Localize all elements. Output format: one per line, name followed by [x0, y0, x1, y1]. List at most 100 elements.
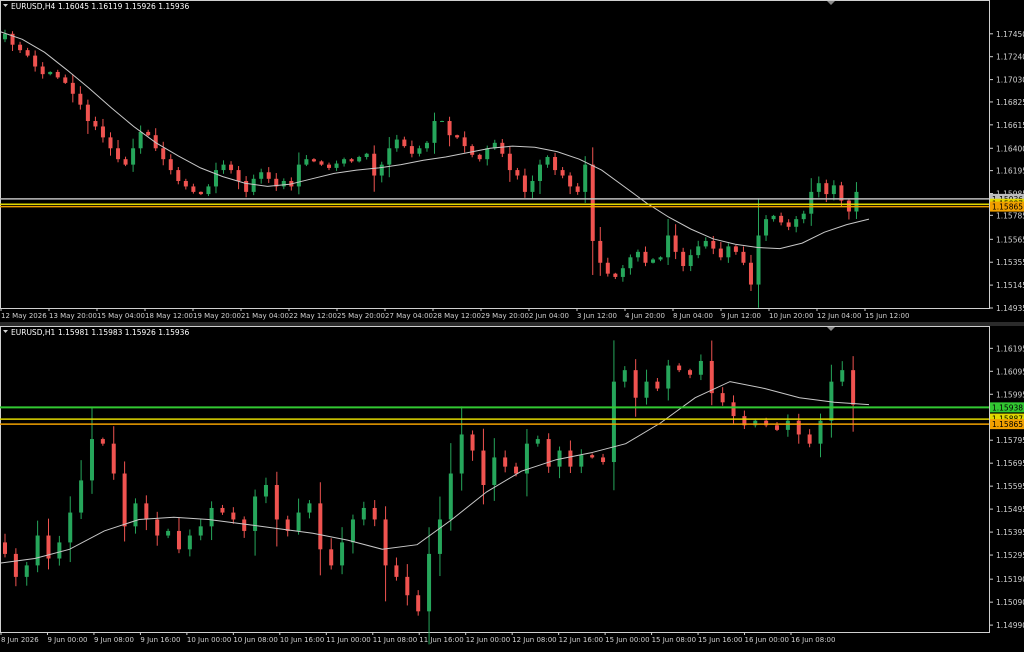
candle-body	[405, 576, 410, 596]
candle-body	[111, 443, 116, 474]
y-tick-label: 1.16195	[996, 167, 1024, 176]
candle-body	[831, 185, 836, 195]
y-tick-label: 1.15565	[996, 235, 1024, 244]
candle-body	[18, 44, 23, 51]
candle-body	[601, 457, 606, 463]
y-tick-label: 1.16095	[996, 367, 1024, 376]
h4-chart-pane[interactable]: 1.17450 1.17240 1.17030 1.16825 1.16615 1.164…	[0, 0, 1024, 322]
candle-body	[635, 251, 640, 258]
candle-body	[726, 246, 731, 258]
x-tick-label: 4 Jun 20:00	[625, 312, 665, 320]
x-tick-label: 12 Jun 00:00	[466, 636, 510, 644]
candle-body	[311, 159, 316, 162]
candle-body	[281, 180, 286, 187]
h4-chart[interactable]: 1.17450 1.17240 1.17030 1.16825 1.16615 1.164…	[0, 0, 1024, 322]
candle-body	[68, 512, 73, 543]
candle-body	[575, 186, 580, 192]
candle-body	[166, 530, 171, 536]
candle-body	[568, 450, 573, 467]
candle-body	[611, 381, 616, 463]
candle-body	[807, 434, 812, 444]
candle-body	[251, 178, 256, 192]
candle-body	[448, 473, 453, 520]
price-label-orange: 1.15865	[992, 420, 1023, 429]
candle-body	[658, 257, 663, 260]
y-tick-label: 1.15995	[996, 390, 1024, 399]
candle-body	[350, 519, 355, 543]
candle-body	[263, 485, 268, 497]
candles	[3, 340, 856, 645]
candle-body	[703, 240, 708, 247]
candle-body	[829, 381, 834, 421]
candle-body	[89, 439, 94, 481]
collapse-arrow-icon[interactable]	[3, 330, 8, 333]
candle-body	[168, 159, 173, 171]
candle-body	[470, 146, 475, 155]
candle-body	[266, 172, 271, 179]
candle-body	[590, 164, 595, 241]
x-tick-label: 9 Jun 16:00	[140, 636, 180, 644]
candle-body	[503, 457, 508, 467]
collapse-arrow-icon[interactable]	[3, 4, 8, 7]
x-tick-label: 15 May 04:00	[97, 312, 145, 320]
x-tick-label: 10 Jun 20:00	[769, 312, 813, 320]
candle-body	[651, 259, 656, 263]
candle-body	[696, 246, 701, 256]
candle-body	[598, 240, 603, 263]
h1-chart-pane[interactable]: 1.161951.160951.159951.158951.157951.156…	[0, 326, 1024, 652]
candle-body	[296, 164, 301, 187]
candle-body	[447, 121, 452, 136]
candle-body	[470, 434, 475, 451]
candle-body	[63, 77, 68, 83]
candle-body	[349, 159, 354, 162]
candle-body	[383, 519, 388, 566]
chart-shift-icon[interactable]	[827, 1, 835, 5]
y-tick-label: 1.15785	[996, 211, 1024, 220]
candle-body	[764, 219, 769, 236]
y-tick-label: 1.15495	[996, 505, 1024, 514]
candle-body	[688, 370, 693, 375]
candle-body	[318, 503, 323, 550]
candle-body	[394, 565, 399, 577]
candle-body	[605, 262, 610, 274]
x-tick-label: 15 Jun 00:00	[605, 636, 649, 644]
candle-body	[387, 148, 392, 165]
x-tick-label: 19 May 20:00	[193, 312, 241, 320]
candle-body	[259, 172, 264, 179]
candle-body	[231, 512, 236, 520]
candle-body	[681, 251, 686, 267]
candle-body	[155, 519, 160, 536]
h1-chart[interactable]: 1.161951.160951.159951.158951.157951.156…	[0, 326, 1024, 652]
candle-body	[560, 170, 565, 176]
chart-shift-icon[interactable]	[827, 327, 835, 331]
plot-frame	[0, 0, 990, 309]
candle-body	[304, 159, 309, 165]
candle-body	[785, 420, 790, 430]
candle-body	[342, 159, 347, 164]
y-tick-label: 1.14990	[996, 621, 1024, 630]
candle-body	[786, 222, 791, 227]
candle-body	[579, 455, 584, 467]
candle-body	[779, 215, 784, 223]
candle-body	[409, 146, 414, 154]
candle-body	[209, 507, 214, 527]
x-tick-label: 28 May 12:00	[433, 312, 481, 320]
candle-body	[824, 183, 829, 195]
candle-body	[48, 71, 53, 75]
y-tick-label: 1.16400	[996, 144, 1024, 153]
candle-body	[93, 121, 98, 127]
candle-body	[24, 565, 29, 577]
candle-body	[329, 549, 334, 566]
candle-body	[40, 66, 45, 75]
candle-body	[673, 235, 678, 252]
y-tick-label: 1.16615	[996, 121, 1024, 130]
candle-body	[123, 159, 128, 165]
candle-body	[198, 191, 203, 195]
x-tick-label: 12 Jun 08:00	[512, 636, 556, 644]
candle-body	[78, 93, 83, 105]
x-tick-label: 27 May 04:00	[385, 312, 433, 320]
candle-body	[427, 553, 432, 612]
candle-body	[221, 164, 226, 171]
candle-body	[100, 126, 105, 138]
candle-body	[307, 503, 312, 513]
